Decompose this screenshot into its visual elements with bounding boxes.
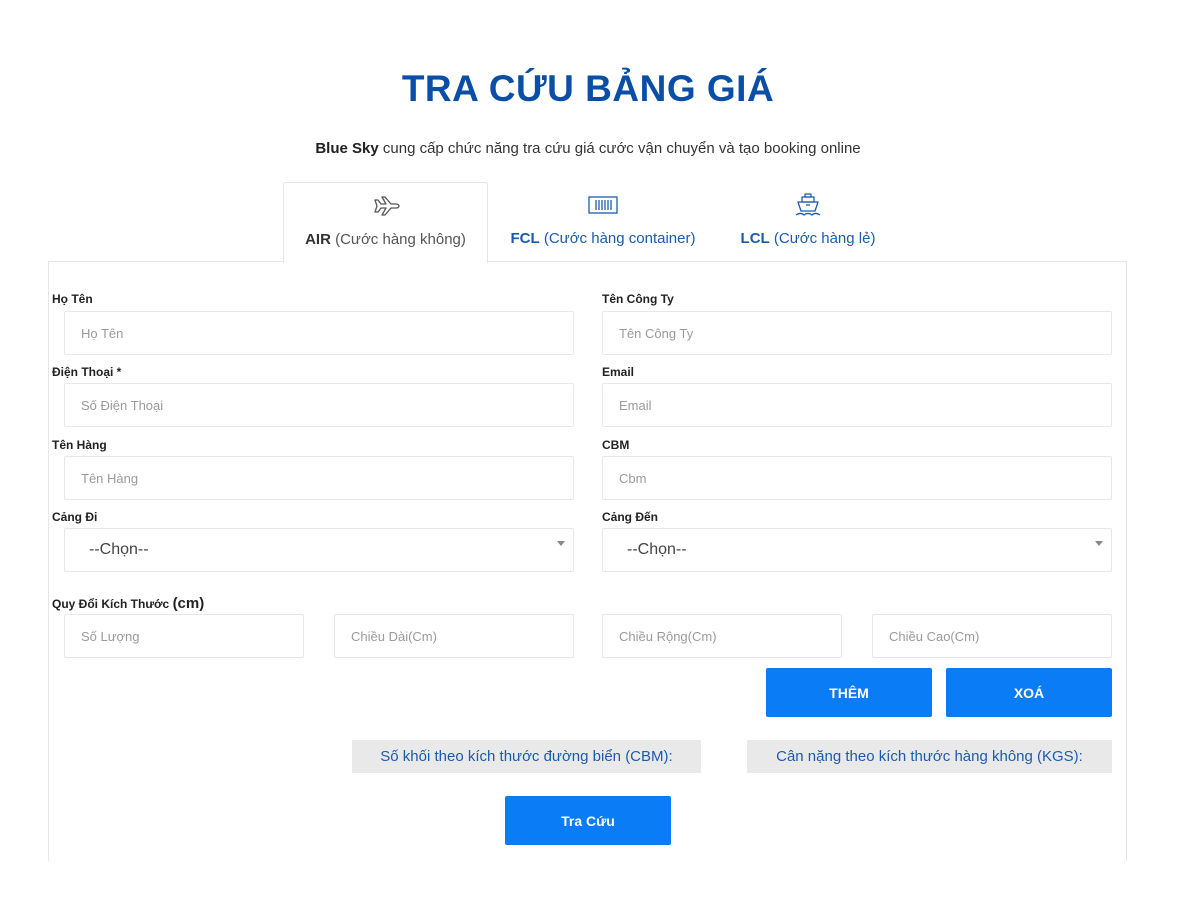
air-weight-result: Cân nặng theo kích thước hàng không (KGS…	[747, 740, 1112, 773]
destination-port-value: --Chọn--	[627, 541, 687, 558]
dimensions-label: Quy Đổi Kích Thước (cm)	[52, 595, 205, 612]
brand-name: Blue Sky	[315, 140, 379, 157]
cbm-label: CBM	[602, 438, 630, 452]
goods-input[interactable]	[64, 456, 574, 500]
origin-port-label: Cảng Đi	[52, 510, 98, 524]
page-subtitle: Blue Sky cung cấp chức năng tra cứu giá …	[0, 140, 1176, 157]
quantity-input[interactable]	[64, 614, 304, 658]
length-input[interactable]	[334, 614, 574, 658]
chevron-down-icon	[557, 541, 565, 546]
full-name-input[interactable]	[64, 311, 574, 355]
quote-form-panel: Họ Tên Tên Công Ty Điện Thoại * Email Tê…	[48, 261, 1127, 861]
origin-port-select[interactable]: --Chọn--	[64, 528, 574, 572]
chevron-down-icon	[1095, 541, 1103, 546]
width-input[interactable]	[602, 614, 842, 658]
goods-label: Tên Hàng	[52, 438, 107, 452]
phone-input[interactable]	[64, 383, 574, 427]
email-input[interactable]	[602, 383, 1112, 427]
origin-port-value: --Chọn--	[89, 541, 149, 558]
cbm-input[interactable]	[602, 456, 1112, 500]
tab-air-label: AIR (Cước hàng không)	[305, 231, 466, 248]
email-label: Email	[602, 365, 635, 379]
phone-label: Điện Thoại *	[52, 365, 122, 379]
subtitle-text: cung cấp chức năng tra cứu giá cước vận …	[378, 140, 861, 157]
delete-button[interactable]: XOÁ	[946, 668, 1112, 717]
height-input[interactable]	[872, 614, 1112, 658]
tab-lcl-label: LCL (Cước hàng lẻ)	[740, 230, 876, 247]
company-input[interactable]	[602, 311, 1112, 355]
destination-port-select[interactable]: --Chọn--	[602, 528, 1112, 572]
service-tabs: AIR (Cước hàng không) FCL (Cước hàng con…	[283, 182, 898, 263]
airplane-icon	[372, 191, 400, 221]
company-label: Tên Công Ty	[602, 292, 674, 306]
tab-fcl-label: FCL (Cước hàng container)	[510, 230, 696, 247]
page-title: TRA CỨU BẢNG GIÁ	[401, 68, 775, 109]
destination-port-label: Cảng Đến	[602, 510, 659, 524]
add-button[interactable]: THÊM	[766, 668, 932, 717]
ship-icon	[794, 190, 822, 220]
full-name-label: Họ Tên	[52, 292, 93, 306]
tab-lcl[interactable]: LCL (Cước hàng lẻ)	[718, 182, 898, 262]
search-button[interactable]: Tra Cứu	[505, 796, 671, 845]
tab-air[interactable]: AIR (Cước hàng không)	[283, 182, 488, 263]
sea-volume-result: Số khối theo kích thước đường biển (CBM)…	[352, 740, 701, 773]
tab-fcl[interactable]: FCL (Cước hàng container)	[488, 182, 718, 262]
container-icon	[588, 190, 618, 220]
